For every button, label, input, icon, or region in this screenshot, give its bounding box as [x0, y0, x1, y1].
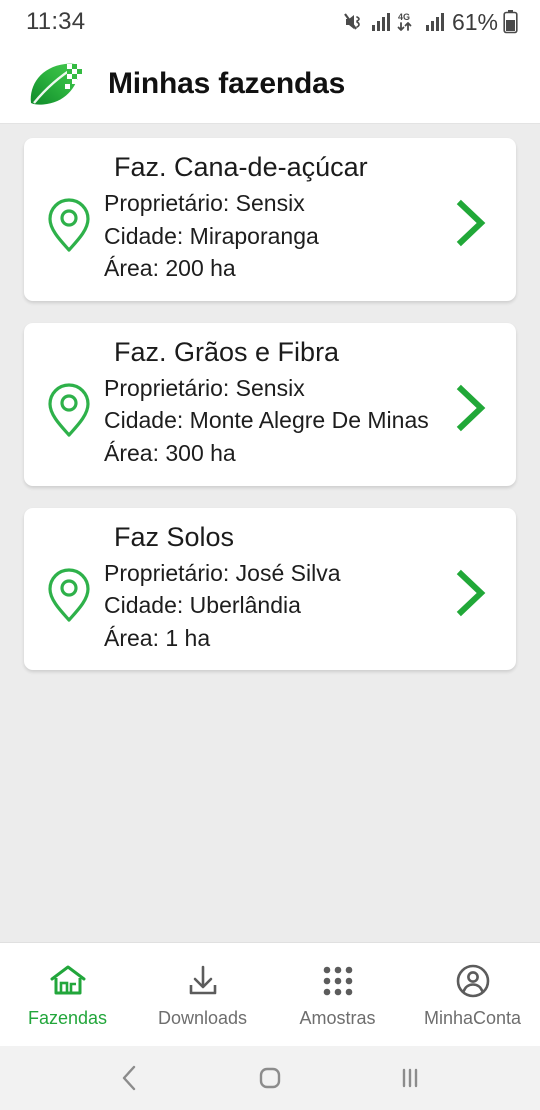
page-title: Minhas fazendas [108, 66, 346, 100]
system-navigation-bar [0, 1046, 540, 1110]
mute-icon [344, 12, 366, 32]
svg-text:4G: 4G [398, 12, 410, 22]
leaf-logo-icon [26, 58, 86, 110]
nav-label: MinhaConta [423, 1007, 522, 1028]
farm-city: Cidade: Monte Alegre De Minas [104, 407, 429, 434]
status-bar: 11:34 4G 61% [0, 0, 540, 44]
map-pin-icon [38, 552, 100, 624]
nav-item-fazendas[interactable]: Fazendas [0, 943, 135, 1046]
farm-card[interactable]: Faz. Grãos e Fibra Proprietário: Sensix … [24, 322, 516, 486]
chevron-right-icon[interactable] [440, 373, 502, 433]
farm-area: Área: 200 ha [104, 255, 236, 282]
home-square-icon[interactable] [235, 1046, 305, 1110]
farm-list: Faz. Cana-de-açúcar Proprietário: Sensix… [0, 124, 540, 942]
download-icon [184, 963, 222, 999]
map-pin-icon [38, 367, 100, 439]
recents-bars-icon[interactable] [375, 1046, 445, 1110]
nav-item-minhaconta[interactable]: MinhaConta [405, 943, 540, 1046]
nav-label: Downloads [157, 1007, 248, 1028]
nav-item-downloads[interactable]: Downloads [135, 943, 270, 1046]
grid-dots-icon [321, 963, 355, 999]
signal-bars-icon [425, 12, 445, 32]
nav-label: Amostras [299, 1007, 376, 1028]
battery-percent-label: 61% [451, 8, 498, 35]
back-chevron-icon[interactable] [95, 1046, 165, 1110]
status-indicators: 4G 61% [344, 9, 518, 36]
map-pin-icon [38, 182, 100, 254]
farm-city: Cidade: Uberlândia [104, 592, 301, 619]
farm-owner: Proprietário: Sensix [104, 189, 305, 216]
farm-area: Área: 1 ha [104, 624, 211, 651]
nav-item-amostras[interactable]: Amostras [270, 943, 405, 1046]
farm-area: Área: 300 ha [104, 440, 236, 466]
farm-city: Cidade: Miraporanga [104, 222, 319, 249]
bottom-navigation: Fazendas Downloads Amostras MinhaConta [0, 942, 540, 1046]
farm-owner: Proprietário: Sensix [104, 374, 305, 401]
chevron-right-icon[interactable] [440, 188, 502, 248]
battery-icon [503, 10, 518, 34]
farm-card-body: Faz. Cana-de-açúcar Proprietário: Sensix… [100, 152, 440, 285]
home-icon [48, 963, 88, 999]
status-clock: 11:34 [26, 8, 86, 35]
app-header: Minhas fazendas [0, 44, 540, 124]
signal-bars-icon [371, 12, 391, 32]
farm-card-body: Faz. Grãos e Fibra Proprietário: Sensix … [100, 337, 440, 470]
farm-card-body: Faz Solos Proprietário: José Silva Cidad… [100, 522, 440, 655]
4g-data-icon: 4G [396, 11, 420, 33]
farm-name: Faz. Cana-de-açúcar [114, 152, 368, 182]
farm-card[interactable]: Faz. Cana-de-açúcar Proprietário: Sensix… [24, 138, 516, 301]
nav-label: Fazendas [27, 1007, 108, 1028]
farm-card[interactable]: Faz Solos Proprietário: José Silva Cidad… [24, 507, 516, 671]
chevron-right-icon[interactable] [440, 558, 502, 618]
farm-owner: Proprietário: José Silva [104, 559, 341, 586]
account-circle-icon [455, 963, 491, 999]
farm-name: Faz Solos [114, 521, 235, 552]
phone-screen: 11:34 4G 61% Minhas fazendas Faz. Cana-d… [0, 0, 540, 1110]
farm-name: Faz. Grãos e Fibra [114, 336, 340, 367]
